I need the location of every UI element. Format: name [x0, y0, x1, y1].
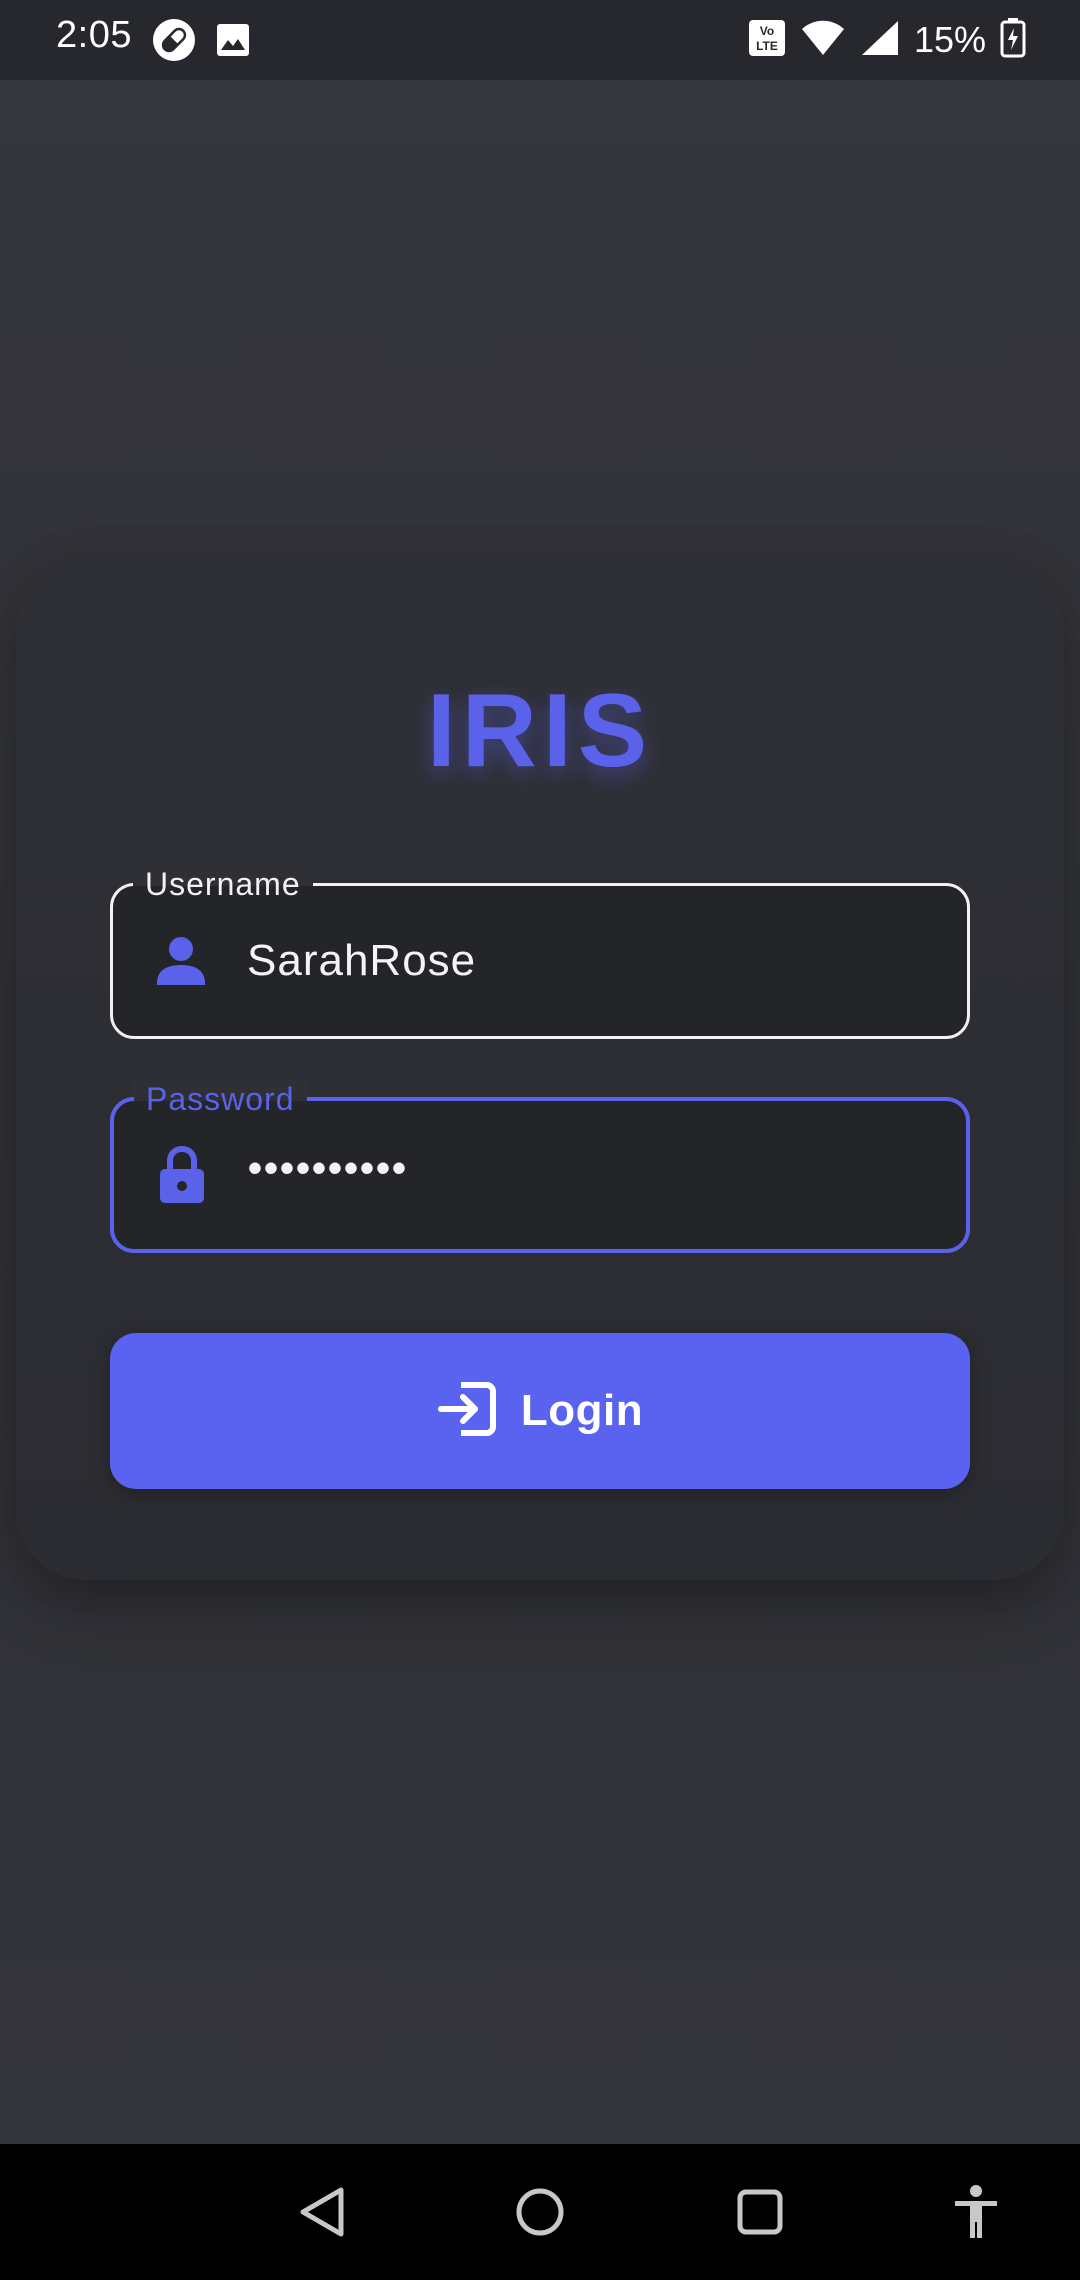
svg-text:Vo: Vo	[760, 24, 774, 38]
pill-icon	[152, 18, 196, 67]
password-field[interactable]: Password ••••••••••	[110, 1079, 970, 1253]
password-label: Password	[134, 1079, 307, 1119]
battery-percent: 15%	[913, 19, 986, 60]
battery-charging-icon	[1000, 17, 1026, 63]
volte-icon: Vo LTE	[748, 19, 786, 62]
accessibility-icon	[951, 2184, 1001, 2245]
app-title: IRIS	[426, 673, 654, 789]
status-time: 2:05	[56, 14, 132, 56]
lock-icon	[156, 1145, 208, 1205]
person-icon	[155, 931, 207, 991]
login-icon	[437, 1381, 497, 1442]
back-icon	[297, 2185, 347, 2244]
back-button[interactable]	[282, 2174, 362, 2254]
wifi-icon	[800, 19, 846, 62]
recents-icon	[735, 2187, 785, 2242]
login-button[interactable]: Login	[110, 1333, 970, 1489]
recents-button[interactable]	[720, 2174, 800, 2254]
image-icon	[215, 22, 251, 63]
svg-text:LTE: LTE	[756, 39, 778, 53]
login-label: Login	[520, 1386, 644, 1435]
login-screen: 2:05 Vo LTE 15% IRIS Username SarahRose …	[0, 0, 1080, 2280]
navigation-bar	[0, 2144, 1080, 2280]
signal-icon	[860, 19, 900, 62]
home-button[interactable]	[500, 2174, 580, 2254]
password-value: ••••••••••	[248, 1146, 409, 1191]
accessibility-button[interactable]	[936, 2174, 1016, 2254]
username-value: SarahRose	[247, 936, 477, 985]
status-bar: 2:05 Vo LTE 15%	[0, 0, 1080, 80]
username-field[interactable]: Username SarahRose	[110, 864, 970, 1039]
home-icon	[514, 2186, 566, 2243]
username-label: Username	[133, 864, 313, 904]
status-right-group: Vo LTE 15%	[748, 14, 1026, 66]
